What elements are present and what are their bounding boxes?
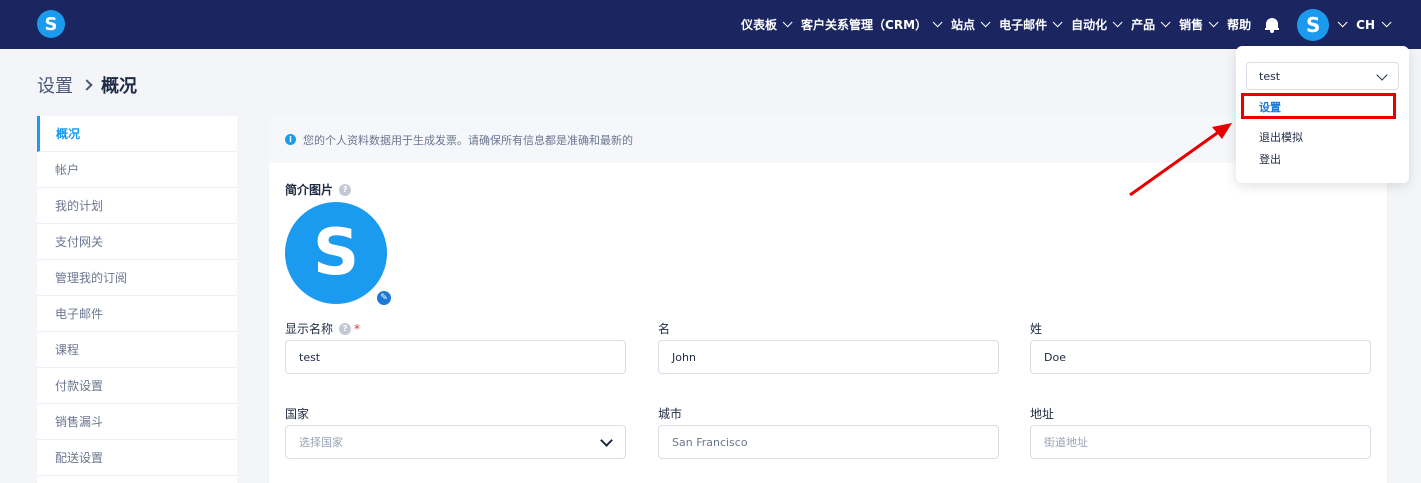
first-name-field[interactable]: John xyxy=(658,340,999,374)
sidebar-item-shipping-settings[interactable]: 配送设置 xyxy=(37,440,237,476)
city-field[interactable]: San Francisco xyxy=(658,425,999,459)
country-label: 国家 xyxy=(285,407,310,421)
sidebar-item-email[interactable]: 电子邮件 xyxy=(37,296,237,332)
country-placeholder: 选择国家 xyxy=(299,436,343,449)
language-label: CH xyxy=(1356,17,1375,32)
label-text: 显示名称 xyxy=(285,322,334,336)
chevron-down-icon xyxy=(782,17,793,28)
annotation-highlight-box xyxy=(1241,93,1396,119)
annotation-arrow xyxy=(1129,123,1232,197)
chevron-down-icon xyxy=(600,434,613,447)
nav-crm[interactable]: 客户关系管理（CRM） xyxy=(801,16,943,33)
nav-sales[interactable]: 销售 xyxy=(1179,16,1219,33)
profile-picture-heading: 简介图片 ? xyxy=(285,181,352,198)
user-avatar[interactable]: S xyxy=(1297,8,1330,41)
chevron-down-icon xyxy=(1208,17,1219,28)
chevron-down-icon xyxy=(1376,69,1388,81)
chevron-down-icon xyxy=(980,17,991,28)
app-logo[interactable]: S xyxy=(37,10,65,38)
breadcrumb-parent[interactable]: 设置 xyxy=(37,72,73,98)
chevron-right-icon xyxy=(81,79,93,91)
nav-label: 客户关系管理（CRM） xyxy=(801,18,928,32)
account-select[interactable]: test xyxy=(1246,62,1399,90)
required-mark: * xyxy=(354,321,361,336)
sidebar-item-account[interactable]: 帐户 xyxy=(37,152,237,188)
chevron-down-icon xyxy=(1112,17,1123,28)
nav-label: 帮助 xyxy=(1227,18,1252,32)
last-name-label: 姓 xyxy=(1030,322,1043,336)
country-select[interactable]: 选择国家 xyxy=(285,425,626,459)
last-name-field[interactable]: Doe xyxy=(1030,340,1371,374)
address-field[interactable]: 街道地址 xyxy=(1030,425,1371,459)
nav-automation[interactable]: 自动化 xyxy=(1071,16,1123,33)
nav-dashboard[interactable]: 仪表板 xyxy=(741,16,793,33)
notification-bell-icon[interactable] xyxy=(1265,17,1280,33)
chevron-down-icon[interactable] xyxy=(1337,17,1348,28)
chevron-down-icon xyxy=(932,17,943,28)
nav-help[interactable]: 帮助 xyxy=(1227,16,1251,33)
main-nav: 仪表板 客户关系管理（CRM） 站点 电子邮件 自动化 产品 销售 帮助 S C… xyxy=(729,0,1421,49)
menu-item-exit-impersonation[interactable]: 退出模拟 xyxy=(1259,129,1303,145)
breadcrumb: 设置 概况 xyxy=(37,72,137,98)
menu-item-logout[interactable]: 登出 xyxy=(1259,151,1281,167)
sidebar-item-payment-settings[interactable]: 付款设置 xyxy=(37,368,237,404)
sidebar-item-overview[interactable]: 概况 xyxy=(37,116,237,152)
help-icon[interactable]: ? xyxy=(339,322,352,335)
chevron-down-icon xyxy=(1160,17,1171,28)
sidebar-item-my-plan[interactable]: 我的计划 xyxy=(37,188,237,224)
chevron-down-icon xyxy=(1381,17,1392,28)
top-navigation-bar: S 仪表板 客户关系管理（CRM） 站点 电子邮件 自动化 产品 销售 帮助 S… xyxy=(0,0,1421,49)
sidebar-item-courses[interactable]: 课程 xyxy=(37,332,237,368)
chevron-down-icon xyxy=(1052,17,1063,28)
nav-label: 产品 xyxy=(1131,18,1156,32)
nav-products[interactable]: 产品 xyxy=(1131,16,1171,33)
sidebar-item-sales-funnels[interactable]: 销售漏斗 xyxy=(37,404,237,440)
sidebar-item-payment-gateways[interactable]: 支付网关 xyxy=(37,224,237,260)
info-icon: i xyxy=(285,134,296,145)
display-name-label: 显示名称 ? * xyxy=(285,320,360,337)
city-label: 城市 xyxy=(658,407,683,421)
nav-label: 销售 xyxy=(1179,18,1204,32)
nav-label: 仪表板 xyxy=(741,18,778,32)
nav-email[interactable]: 电子邮件 xyxy=(999,16,1063,33)
nav-label: 站点 xyxy=(951,18,976,32)
address-label: 地址 xyxy=(1030,407,1055,421)
sidebar-item-manage-subscriptions[interactable]: 管理我的订阅 xyxy=(37,260,237,296)
nav-label: 电子邮件 xyxy=(999,18,1048,32)
notice-text: 您的个人资料数据用于生成发票。请确保所有信息都是准确和最新的 xyxy=(303,133,633,147)
account-select-value: test xyxy=(1259,69,1281,83)
section-title-text: 简介图片 xyxy=(285,183,334,197)
nav-sites[interactable]: 站点 xyxy=(951,16,991,33)
edit-pencil-icon[interactable]: ✎ xyxy=(375,289,393,307)
first-name-label: 名 xyxy=(658,322,671,336)
display-name-field[interactable]: test xyxy=(285,340,626,374)
language-selector[interactable]: CH xyxy=(1356,17,1392,32)
nav-label: 自动化 xyxy=(1071,18,1108,32)
page-title: 概况 xyxy=(101,76,137,97)
settings-sidebar: 概况 帐户 我的计划 支付网关 管理我的订阅 电子邮件 课程 付款设置 销售漏斗… xyxy=(37,116,237,483)
help-icon[interactable]: ? xyxy=(339,183,352,196)
profile-picture[interactable]: S xyxy=(285,202,387,304)
